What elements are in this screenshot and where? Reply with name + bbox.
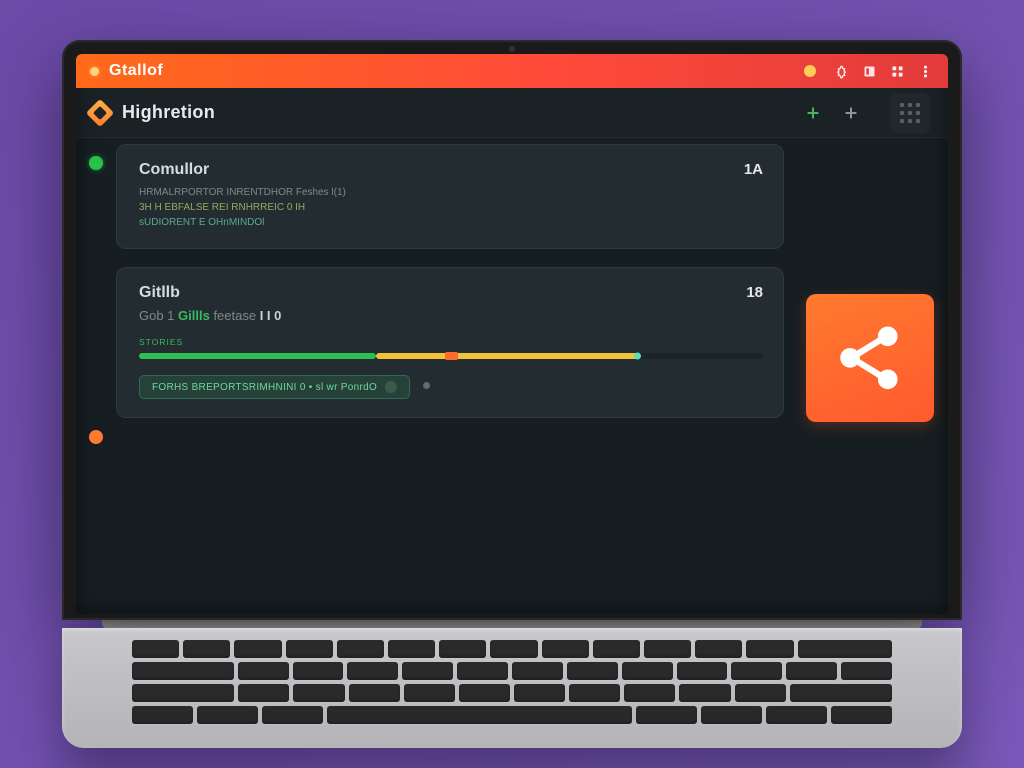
keyboard-deck: [62, 628, 962, 748]
line: 3H H EBFALSE REI RNHRREIC 0 IH: [139, 200, 763, 215]
main-column: Comullor 1A HRMALRPORTOR INRENTDHOR Fesh…: [116, 138, 798, 614]
card-title: Gitllb: [139, 284, 180, 302]
status-dot-green-icon: [89, 156, 103, 170]
left-gutter: [76, 138, 116, 614]
panel-icon[interactable]: [860, 62, 878, 80]
status-dot-icon: [804, 65, 816, 77]
chip-info-icon: [385, 381, 397, 393]
laptop-frame: Gtallof Highretion: [62, 40, 962, 748]
screen-bezel: Gtallof Highretion: [62, 40, 962, 620]
right-column: [798, 138, 948, 614]
chip-text: FORHS BREPORTSRIMHNINI 0 • sl wr PonrdO: [152, 382, 377, 393]
line: HRMALRPORTOR INRENTDHOR Feshes l(1): [139, 185, 763, 200]
app-title: Gtallof: [109, 62, 163, 80]
window-control-dot[interactable]: [90, 67, 99, 76]
card-subline: Gob 1 Gillls feetase I I 0: [139, 308, 763, 323]
grid-icon[interactable]: [888, 62, 906, 80]
progress-seg-orange: [445, 352, 459, 360]
line: sUDIORENT E OHnMINDOl: [139, 215, 763, 230]
card-comullor[interactable]: Comullor 1A HRMALRPORTOR INRENTDHOR Fesh…: [116, 144, 784, 249]
section-header: Highretion: [76, 88, 948, 138]
card-title: Comullor: [139, 161, 209, 179]
progress-seg-yellow: [376, 353, 638, 359]
card-gitllb[interactable]: Gitllb 18 Gob 1 Gillls feetase I I 0 STO…: [116, 267, 784, 418]
share-nodes-icon: [825, 313, 915, 403]
mini-label: STORIES: [139, 337, 763, 347]
chip-trail-dot-icon: [423, 382, 430, 389]
progress-seg-green: [139, 353, 376, 359]
progress-bar[interactable]: [139, 353, 763, 359]
diamond-icon: [86, 98, 114, 126]
section-title: Highretion: [122, 102, 215, 123]
camera-dot: [509, 46, 515, 52]
card-count: 18: [746, 284, 763, 301]
add-green-button[interactable]: [800, 100, 826, 126]
brand-tile[interactable]: [806, 294, 934, 422]
content-body: Comullor 1A HRMALRPORTOR INRENTDHOR Fesh…: [76, 138, 948, 614]
card-body-lines: HRMALRPORTOR INRENTDHOR Feshes l(1) 3H H…: [139, 185, 763, 230]
drag-grip-icon[interactable]: [890, 93, 930, 133]
card-count: 1A: [744, 161, 763, 178]
menu-icon[interactable]: [916, 62, 934, 80]
laptop-hinge: [102, 620, 922, 628]
status-dot-orange-icon: [89, 430, 103, 444]
app-window: Gtallof Highretion: [76, 54, 948, 614]
tool-icon[interactable]: [832, 62, 850, 80]
status-chip[interactable]: FORHS BREPORTSRIMHNINI 0 • sl wr PonrdO: [139, 375, 410, 399]
titlebar: Gtallof: [76, 54, 948, 88]
add-button[interactable]: [838, 100, 864, 126]
progress-end-dot-icon: [634, 353, 641, 360]
